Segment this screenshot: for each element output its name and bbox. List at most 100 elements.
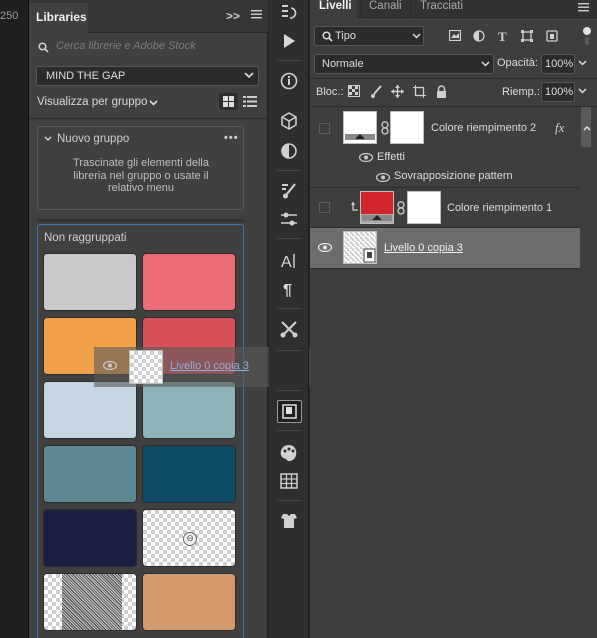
chevron-up-icon[interactable]: [583, 125, 591, 131]
tab-libraries[interactable]: Libraries: [29, 3, 88, 33]
filter-type-icon[interactable]: T: [497, 30, 509, 42]
brush-icon[interactable]: [278, 180, 300, 202]
search-icon: [38, 42, 49, 53]
fx-icon[interactable]: fx: [555, 120, 564, 136]
tab-paths[interactable]: Tracciati: [410, 0, 482, 18]
divider: [310, 268, 580, 269]
color-swatch[interactable]: [43, 253, 137, 311]
divider: [37, 219, 244, 222]
divider: [277, 500, 301, 501]
layer-thumbnail: [360, 191, 394, 224]
texture-swatch[interactable]: [43, 573, 137, 631]
lock-artboard-icon[interactable]: [413, 85, 426, 98]
effects-label: Effetti: [377, 151, 405, 163]
lock-all-icon[interactable]: [436, 85, 447, 98]
filter-toggle-icon[interactable]: [582, 26, 592, 46]
layer-row-livello-0-copia-3[interactable]: Livello 0 copia 3: [310, 228, 580, 268]
history-icon[interactable]: [278, 2, 300, 24]
3d-cube-icon[interactable]: [278, 110, 300, 132]
color-swatch[interactable]: [43, 381, 137, 439]
visibility-toggle[interactable]: [319, 202, 330, 213]
canvas-edge: 250: [0, 0, 29, 638]
character-icon[interactable]: A: [278, 250, 300, 272]
grid-view-icon[interactable]: [219, 93, 238, 110]
fill-label: Riemp.:: [502, 86, 540, 98]
color-swatch[interactable]: [142, 381, 236, 439]
fill-input[interactable]: 100%: [541, 82, 575, 102]
color-swatch[interactable]: [142, 253, 236, 311]
texture-noise: [62, 574, 122, 630]
panel-tools-column: A ¶: [269, 0, 309, 638]
tab-channels[interactable]: Canali: [360, 0, 408, 18]
play-action-icon[interactable]: [278, 30, 300, 52]
layers-panel: Livelli Canali Tracciati Tipo T Normale: [310, 0, 597, 638]
tab-layers[interactable]: Livelli: [310, 0, 357, 18]
pattern-icon: ⊖: [183, 532, 197, 546]
filter-shape-icon[interactable]: [521, 30, 533, 42]
opacity-input[interactable]: 100%: [541, 54, 575, 74]
libraries-tab-bar: Libraries >>: [29, 0, 268, 33]
filter-pixel-icon[interactable]: [449, 30, 461, 41]
filter-smart-object-icon[interactable]: [546, 30, 558, 42]
layer-row-fill-2[interactable]: Colore riempimento 2 fx: [310, 107, 580, 147]
effects-row[interactable]: Effetti: [310, 147, 580, 167]
search-input[interactable]: Cerca librerie e Adobe Stock: [56, 40, 196, 52]
library-select[interactable]: MIND THE GAP: [36, 66, 259, 86]
blend-mode-select[interactable]: Normale: [314, 54, 494, 74]
ungrouped-section: Non raggruppati ⊖: [37, 224, 244, 638]
color-swatch[interactable]: [142, 573, 236, 631]
new-group-card[interactable]: Nuovo gruppo ••• Trascinate gli elementi…: [37, 126, 244, 210]
group-more-button[interactable]: •••: [224, 132, 239, 144]
lock-transparency-icon[interactable]: [348, 85, 360, 97]
effect-pattern-overlay-row[interactable]: Sovrapposizione pattern: [310, 167, 580, 187]
chevron-down-icon[interactable]: [149, 100, 158, 106]
paragraph-icon[interactable]: ¶: [278, 278, 300, 300]
tools-icon[interactable]: [278, 318, 300, 340]
layer-thumbnail: [129, 350, 163, 384]
libraries-panel-icon[interactable]: [277, 400, 302, 423]
ungrouped-title: Non raggruppati: [44, 232, 127, 244]
svg-text:¶: ¶: [283, 282, 292, 299]
layer-filter-value: Tipo: [335, 30, 356, 42]
library-search[interactable]: Cerca librerie e Adobe Stock: [34, 38, 263, 58]
chevron-down-icon[interactable]: [578, 60, 587, 66]
ruler-number: 250: [0, 10, 19, 22]
brush-settings-icon[interactable]: [278, 208, 300, 230]
info-icon[interactable]: [278, 70, 300, 92]
color-swatch[interactable]: [142, 445, 236, 503]
lock-pixels-icon[interactable]: [370, 85, 383, 98]
layers-tab-bar: Livelli Canali Tracciati: [310, 0, 597, 18]
lock-position-icon[interactable]: [391, 85, 404, 98]
divider: [277, 430, 301, 431]
divider: [277, 350, 301, 351]
visibility-toggle[interactable]: [319, 123, 330, 134]
filter-adjustment-icon[interactable]: [473, 30, 485, 42]
pattern-swatch[interactable]: ⊖: [142, 509, 236, 567]
adjustments-icon[interactable]: [278, 140, 300, 162]
link-icon[interactable]: [397, 201, 406, 215]
shape-icon[interactable]: [278, 510, 300, 532]
eye-icon[interactable]: [318, 243, 332, 252]
chevron-down-icon[interactable]: [578, 88, 587, 94]
list-view-icon[interactable]: [243, 95, 257, 108]
patterns-grid-icon[interactable]: [278, 470, 300, 492]
color-swatch[interactable]: [43, 445, 137, 503]
panel-menu-icon[interactable]: [578, 2, 589, 12]
swatches-palette-icon[interactable]: [278, 442, 300, 464]
layer-name: Livello 0 copia 3: [384, 242, 463, 254]
view-mode-dropdown[interactable]: Visualizza per gruppo: [37, 96, 147, 108]
divider: [277, 308, 301, 309]
divider: [310, 78, 597, 79]
eye-icon[interactable]: [359, 153, 373, 162]
panel-menu-icon[interactable]: [251, 9, 262, 19]
chevron-down-icon: [244, 72, 254, 79]
color-swatch[interactable]: [43, 509, 137, 567]
drag-ghost-label: Livello 0 copia 3: [170, 360, 249, 372]
collapse-panel-button[interactable]: >>: [226, 9, 240, 23]
link-icon[interactable]: [381, 121, 390, 135]
chevron-down-icon[interactable]: [44, 136, 52, 142]
layer-row-fill-1[interactable]: Colore riempimento 1: [310, 188, 580, 228]
eye-icon[interactable]: [376, 173, 390, 182]
layer-filter-select[interactable]: Tipo: [314, 26, 424, 46]
lock-label: Bloc.:: [316, 86, 344, 98]
